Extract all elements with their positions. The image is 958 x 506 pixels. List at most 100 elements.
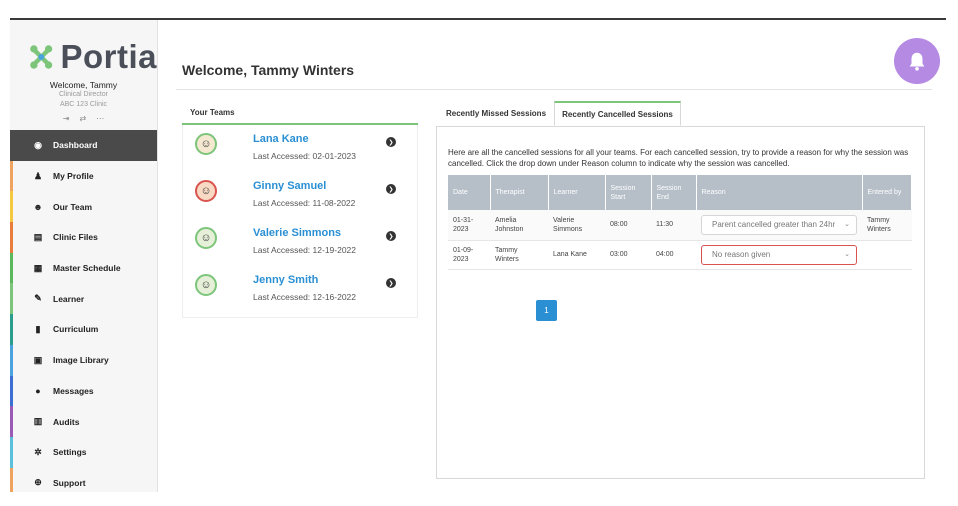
user-clinic: ABC 123 Clinic	[59, 101, 108, 108]
table-row: 01-31-2023 Amelia Johnston Valerie Simmo…	[448, 210, 912, 241]
sidebar-item-support[interactable]: ⊕ Support	[10, 467, 157, 492]
cancelled-sessions-table: Date Therapist Learner Session Start Ses…	[448, 175, 912, 270]
team-row[interactable]: ☺ Valerie Simmons Last Accessed: 12-19-202…	[183, 219, 417, 266]
chevron-right-icon[interactable]: ❯	[386, 278, 396, 288]
avatar: ☺	[195, 133, 217, 155]
cell-start: 08:00	[605, 210, 651, 241]
avatar: ☺	[195, 180, 217, 202]
sidebar-item-curriculum[interactable]: ▮ Curriculum	[10, 314, 157, 345]
cell-reason: Parent cancelled greater than 24hr ⌄	[696, 210, 862, 241]
more-icon[interactable]: ⋯	[96, 114, 104, 123]
sidebar-item-dashboard[interactable]: ◉ Dashboard	[10, 130, 157, 161]
book-icon: ▮	[35, 323, 41, 334]
user-icon: ♟	[33, 170, 43, 181]
sidebar-item-label: Audits	[53, 416, 80, 427]
team-row[interactable]: ☺ Ginny Samuel Last Accessed: 11-08-2022 ❯	[183, 172, 417, 219]
sidebar-item-label: Curriculum	[53, 324, 99, 335]
team-name-link[interactable]: Ginny Samuel	[253, 180, 326, 192]
team-name-link[interactable]: Jenny Smith	[253, 274, 318, 286]
cell-entered-by	[862, 240, 912, 270]
sidebar-item-learner[interactable]: ✎ Learner	[10, 283, 157, 315]
chevron-right-icon[interactable]: ❯	[386, 231, 396, 241]
user-summary: Welcome, Tammy Clinical Director ABC 123…	[10, 80, 157, 123]
sidebar-item-label: Master Schedule	[53, 263, 121, 274]
cell-therapist: Tammy Winters	[490, 240, 548, 270]
brand-name: Portia	[60, 38, 157, 75]
team-row[interactable]: ☺ Lana Kane Last Accessed: 02-01-2023 ❯	[183, 125, 417, 172]
chat-icon: ●	[35, 385, 41, 396]
col-session-end: Session End	[651, 175, 697, 210]
table-row: 01-09-2023 Tammy Winters Lana Kane 03:00…	[448, 240, 912, 270]
chevron-down-icon: ⌄	[844, 221, 850, 229]
sidebar: Portia Welcome, Tammy Clinical Director …	[10, 20, 158, 492]
sidebar-item-my-profile[interactable]: ♟ My Profile	[10, 160, 157, 192]
cancelled-sessions-panel: Here are all the cancelled sessions for …	[436, 126, 925, 479]
cell-end: 04:00	[651, 240, 696, 270]
cell-learner: Valerie Simmons	[548, 210, 605, 241]
cancelled-intro: Here are all the cancelled sessions for …	[448, 148, 909, 168]
logo[interactable]: Portia	[10, 20, 157, 78]
calendar-icon: ▦	[33, 262, 43, 273]
col-reason: Reason	[696, 175, 863, 210]
sidebar-item-clinic-files[interactable]: ▤ Clinic Files	[10, 222, 157, 253]
sidebar-item-label: My Profile	[53, 171, 94, 182]
chevron-down-icon: ⌄	[844, 251, 850, 258]
sidebar-item-our-team[interactable]: ☻ Our Team	[10, 191, 157, 223]
image-icon: ▣	[33, 354, 43, 365]
team-name-link[interactable]: Valerie Simmons	[253, 227, 341, 239]
team-last-accessed: Last Accessed: 12-16-2022	[253, 292, 357, 302]
tab-recently-cancelled[interactable]: Recently Cancelled Sessions	[554, 101, 681, 126]
col-therapist: Therapist	[490, 175, 549, 210]
chevron-right-icon[interactable]: ❯	[386, 184, 396, 194]
dashboard-icon: ◉	[34, 139, 42, 150]
notifications-button[interactable]	[894, 38, 940, 84]
logout-icon[interactable]: ⇥	[63, 114, 70, 123]
sidebar-item-label: Image Library	[53, 355, 109, 366]
welcome-name: Welcome, Tammy	[49, 80, 118, 90]
cell-date: 01-31-2023	[448, 210, 490, 241]
team-list: ☺ Lana Kane Last Accessed: 02-01-2023 ❯ ☺ Gin…	[182, 125, 418, 318]
cell-date: 01-09-2023	[448, 240, 490, 270]
app-window: Portia Welcome, Tammy Clinical Director …	[0, 0, 958, 506]
team-row[interactable]: ☺ Jenny Smith Last Accessed: 12-16-2022 ❯	[183, 266, 417, 313]
team-last-accessed: Last Accessed: 02-01-2023	[253, 151, 357, 161]
sidebar-item-label: Support	[53, 477, 86, 488]
reason-value: Parent cancelled greater than 24hr	[712, 220, 836, 230]
team-icon: ☻	[33, 201, 43, 212]
table-header-row: Date Therapist Learner Session Start Ses…	[448, 175, 912, 210]
portia-logo-icon	[30, 45, 53, 69]
utility-icons: ⇥ ⇄ ⋯	[10, 114, 157, 123]
bar-chart-icon: ▥	[33, 416, 43, 427]
reason-value: No reason given	[712, 250, 771, 259]
user-role: Clinical Director	[58, 91, 108, 98]
reason-select[interactable]: No reason given ⌄	[701, 244, 857, 265]
sidebar-item-label: Messages	[53, 385, 94, 396]
col-date: Date	[448, 175, 491, 210]
team-name-link[interactable]: Lana Kane	[253, 133, 309, 145]
sidebar-nav: ◉ Dashboard ♟ My Profile ☻ Our Team ▤ Clinic Fi…	[10, 130, 157, 492]
sidebar-item-messages[interactable]: ● Messages	[10, 375, 157, 407]
bell-icon	[909, 52, 925, 71]
teams-heading: Your Teams	[182, 101, 418, 125]
col-entered-by: Entered by	[862, 175, 912, 210]
your-teams-panel: Your Teams ☺ Lana Kane Last Accessed: 02-0…	[182, 101, 418, 321]
chevron-right-icon[interactable]: ❯	[386, 137, 396, 147]
cell-reason: No reason given ⌄	[696, 240, 862, 270]
col-learner: Learner	[548, 175, 606, 210]
sidebar-item-image-library[interactable]: ▣ Image Library	[10, 344, 157, 376]
header-divider	[176, 89, 932, 90]
pagination-page-button[interactable]: 1	[536, 300, 557, 321]
sidebar-item-audits[interactable]: ▥ Audits	[10, 406, 157, 437]
sidebar-item-label: Settings	[53, 447, 87, 458]
gear-icon: ✲	[34, 446, 42, 457]
switch-icon[interactable]: ⇄	[80, 114, 87, 123]
team-last-accessed: Last Accessed: 11-08-2022	[253, 198, 356, 208]
sidebar-item-label: Dashboard	[53, 140, 98, 151]
sidebar-item-master-schedule[interactable]: ▦ Master Schedule	[10, 252, 157, 284]
team-last-accessed: Last Accessed: 12-19-2022	[253, 245, 357, 255]
sidebar-item-settings[interactable]: ✲ Settings	[10, 436, 157, 468]
reason-select[interactable]: Parent cancelled greater than 24hr ⌄	[701, 214, 857, 235]
tab-recently-missed[interactable]: Recently Missed Sessions	[438, 101, 554, 126]
page-title: Welcome, Tammy Winters	[182, 62, 355, 78]
col-session-start: Session Start	[605, 175, 652, 210]
